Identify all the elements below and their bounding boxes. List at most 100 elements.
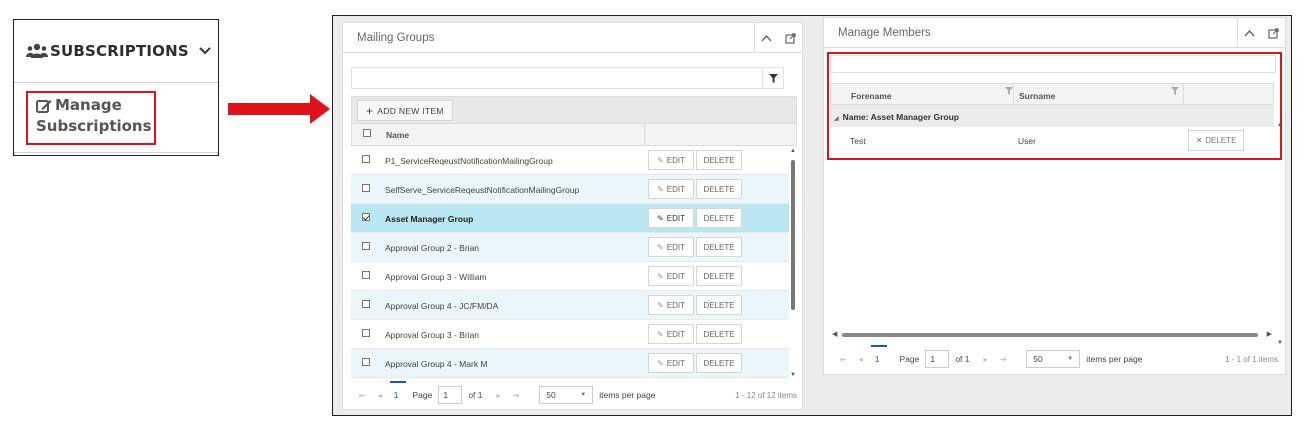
scroll-right-icon[interactable]: ▶: [1267, 330, 1272, 338]
manage-subscriptions-link[interactable]: Manage Subscriptions: [26, 91, 156, 145]
chevron-down-icon[interactable]: [199, 46, 211, 56]
edit-button[interactable]: ✎ EDIT: [648, 353, 694, 373]
prev-page-icon[interactable]: ◂: [859, 355, 863, 364]
scroll-thumb[interactable]: [842, 333, 1258, 337]
first-page-icon[interactable]: ⇤: [840, 355, 847, 364]
manage-members-header: Manage Members: [824, 18, 1285, 48]
delete-button[interactable]: DELETE: [696, 353, 742, 373]
row-checkbox[interactable]: [362, 184, 370, 192]
group-name: Approval Group 4 - Mark M: [385, 359, 488, 369]
table-row[interactable]: Approval Group 2 - Brian ✎ EDIT DELETE: [351, 233, 789, 262]
add-new-item-button[interactable]: + ADD NEW ITEM: [357, 100, 453, 121]
pencil-icon: ✎: [657, 155, 664, 165]
table-row[interactable]: Approval Group 4 - Mark M ✎ EDIT DELETE: [351, 349, 789, 378]
popout-icon[interactable]: [1261, 18, 1285, 48]
subscriptions-label: SUBSCRIPTIONS: [50, 42, 189, 60]
divider: [14, 152, 218, 153]
scroll-down-icon[interactable]: ▼: [790, 372, 796, 378]
search-input[interactable]: [351, 67, 784, 89]
last-page-icon[interactable]: ⇥: [513, 391, 520, 400]
prev-page-icon[interactable]: ◂: [378, 391, 382, 400]
page-number[interactable]: 1: [870, 345, 887, 364]
row-checkbox[interactable]: [362, 242, 370, 250]
page-size-select[interactable]: 50 ▼: [539, 386, 594, 404]
collapse-icon[interactable]: [1237, 18, 1261, 48]
scroll-left-icon[interactable]: ◀: [832, 330, 837, 338]
table-row[interactable]: Approval Group 3 - Brian ✎ EDIT DELETE: [351, 320, 789, 349]
table-row[interactable]: P1_ServiceReqeustNotificationMailingGrou…: [351, 146, 789, 175]
delete-button[interactable]: DELETE: [696, 208, 742, 228]
edit-button[interactable]: ✎ EDIT: [648, 208, 694, 228]
filter-icon[interactable]: [762, 67, 784, 89]
table-row[interactable]: Approval Group 4 - JC/FM/DA ✎ EDIT DELETE: [351, 291, 789, 320]
edit-label: EDIT: [666, 358, 685, 368]
group-name: Approval Group 3 - William: [385, 272, 487, 282]
page-label: Page: [412, 390, 433, 400]
nav-callout: SUBSCRIPTIONS Manage Subscriptions: [13, 19, 219, 156]
popout-icon[interactable]: [778, 23, 802, 53]
page-size-value: 50: [546, 390, 556, 400]
edit-button[interactable]: ✎ EDIT: [648, 237, 694, 257]
mailing-group-list: P1_ServiceReqeustNotificationMailingGrou…: [351, 146, 789, 378]
row-checkbox[interactable]: [362, 155, 370, 163]
add-label: ADD NEW ITEM: [377, 105, 444, 116]
delete-button[interactable]: DELETE: [696, 150, 742, 170]
panel-title: Mailing Groups: [357, 31, 435, 44]
delete-button[interactable]: DELETE: [696, 237, 742, 257]
edit-label: EDIT: [666, 155, 685, 165]
delete-button[interactable]: DELETE: [696, 324, 742, 344]
scroll-thumb[interactable]: [791, 160, 795, 310]
pager-info: 1 - 1 of 1 items: [1225, 355, 1278, 364]
vertical-scrollbar[interactable]: ▲ ▼: [1276, 84, 1284, 346]
pencil-icon: ✎: [657, 242, 664, 252]
mailing-groups-header: Mailing Groups: [343, 23, 802, 53]
delete-button[interactable]: DELETE: [696, 179, 742, 199]
pencil-icon: ✎: [657, 329, 664, 339]
edit-button[interactable]: ✎ EDIT: [648, 266, 694, 286]
edit-button[interactable]: ✎ EDIT: [648, 150, 694, 170]
last-page-icon[interactable]: ⇥: [1000, 355, 1007, 364]
table-row[interactable]: SelfServe_ServiceReqeustNotificationMail…: [351, 175, 789, 204]
group-name: SelfServe_ServiceReqeustNotificationMail…: [385, 185, 580, 195]
scroll-down-icon[interactable]: ▼: [1277, 340, 1283, 346]
row-checkbox[interactable]: [362, 271, 370, 279]
row-checkbox[interactable]: [362, 358, 370, 366]
subscriptions-menu-header[interactable]: SUBSCRIPTIONS: [14, 20, 218, 83]
of-label: of 1: [468, 390, 483, 400]
edit-label: EDIT: [666, 271, 685, 281]
pencil-icon: ✎: [657, 271, 664, 281]
row-checkbox[interactable]: [362, 300, 370, 308]
page-input[interactable]: 1: [438, 386, 463, 404]
plus-icon: +: [366, 103, 374, 118]
row-checkbox[interactable]: [362, 329, 370, 337]
horizontal-scrollbar[interactable]: ◀ ▶: [830, 330, 1276, 340]
edit-label: EDIT: [666, 184, 685, 194]
edit-button[interactable]: ✎ EDIT: [648, 324, 694, 344]
delete-button[interactable]: DELETE: [696, 266, 742, 286]
next-page-icon[interactable]: ▸: [984, 355, 988, 364]
group-name: Approval Group 2 - Brian: [385, 243, 480, 253]
page-number[interactable]: 1: [389, 381, 406, 400]
group-name: P1_ServiceReqeustNotificationMailingGrou…: [385, 156, 553, 166]
column-name[interactable]: Name: [386, 130, 409, 140]
edit-button[interactable]: ✎ EDIT: [648, 179, 694, 199]
vertical-scrollbar[interactable]: ▲ ▼: [789, 146, 797, 378]
page-label: Page: [899, 354, 920, 364]
select-all-checkbox[interactable]: [363, 129, 371, 137]
scroll-up-icon[interactable]: ▲: [790, 148, 796, 154]
table-row[interactable]: Approval Group 3 - William ✎ EDIT DELETE: [351, 262, 789, 291]
scroll-up-icon[interactable]: ▲: [1277, 122, 1283, 128]
next-page-icon[interactable]: ▸: [497, 391, 501, 400]
row-checkbox[interactable]: [362, 213, 370, 221]
collapse-icon[interactable]: [754, 23, 778, 53]
table-row[interactable]: Asset Manager Group ✎ EDIT DELETE: [351, 204, 789, 233]
first-page-icon[interactable]: ⇤: [359, 391, 366, 400]
page-size-select[interactable]: 50 ▼: [1026, 350, 1081, 368]
pencil-icon: ✎: [657, 184, 664, 194]
delete-button[interactable]: DELETE: [696, 295, 742, 315]
pager: ⇤ ◂ 1 Page 1 of 1 ▸ ⇥ 50 ▼ items per pag…: [353, 381, 797, 406]
edit-label: EDIT: [666, 213, 685, 223]
items-per-page-label: items per page: [599, 390, 656, 400]
edit-button[interactable]: ✎ EDIT: [648, 295, 694, 315]
page-input[interactable]: 1: [925, 350, 950, 368]
